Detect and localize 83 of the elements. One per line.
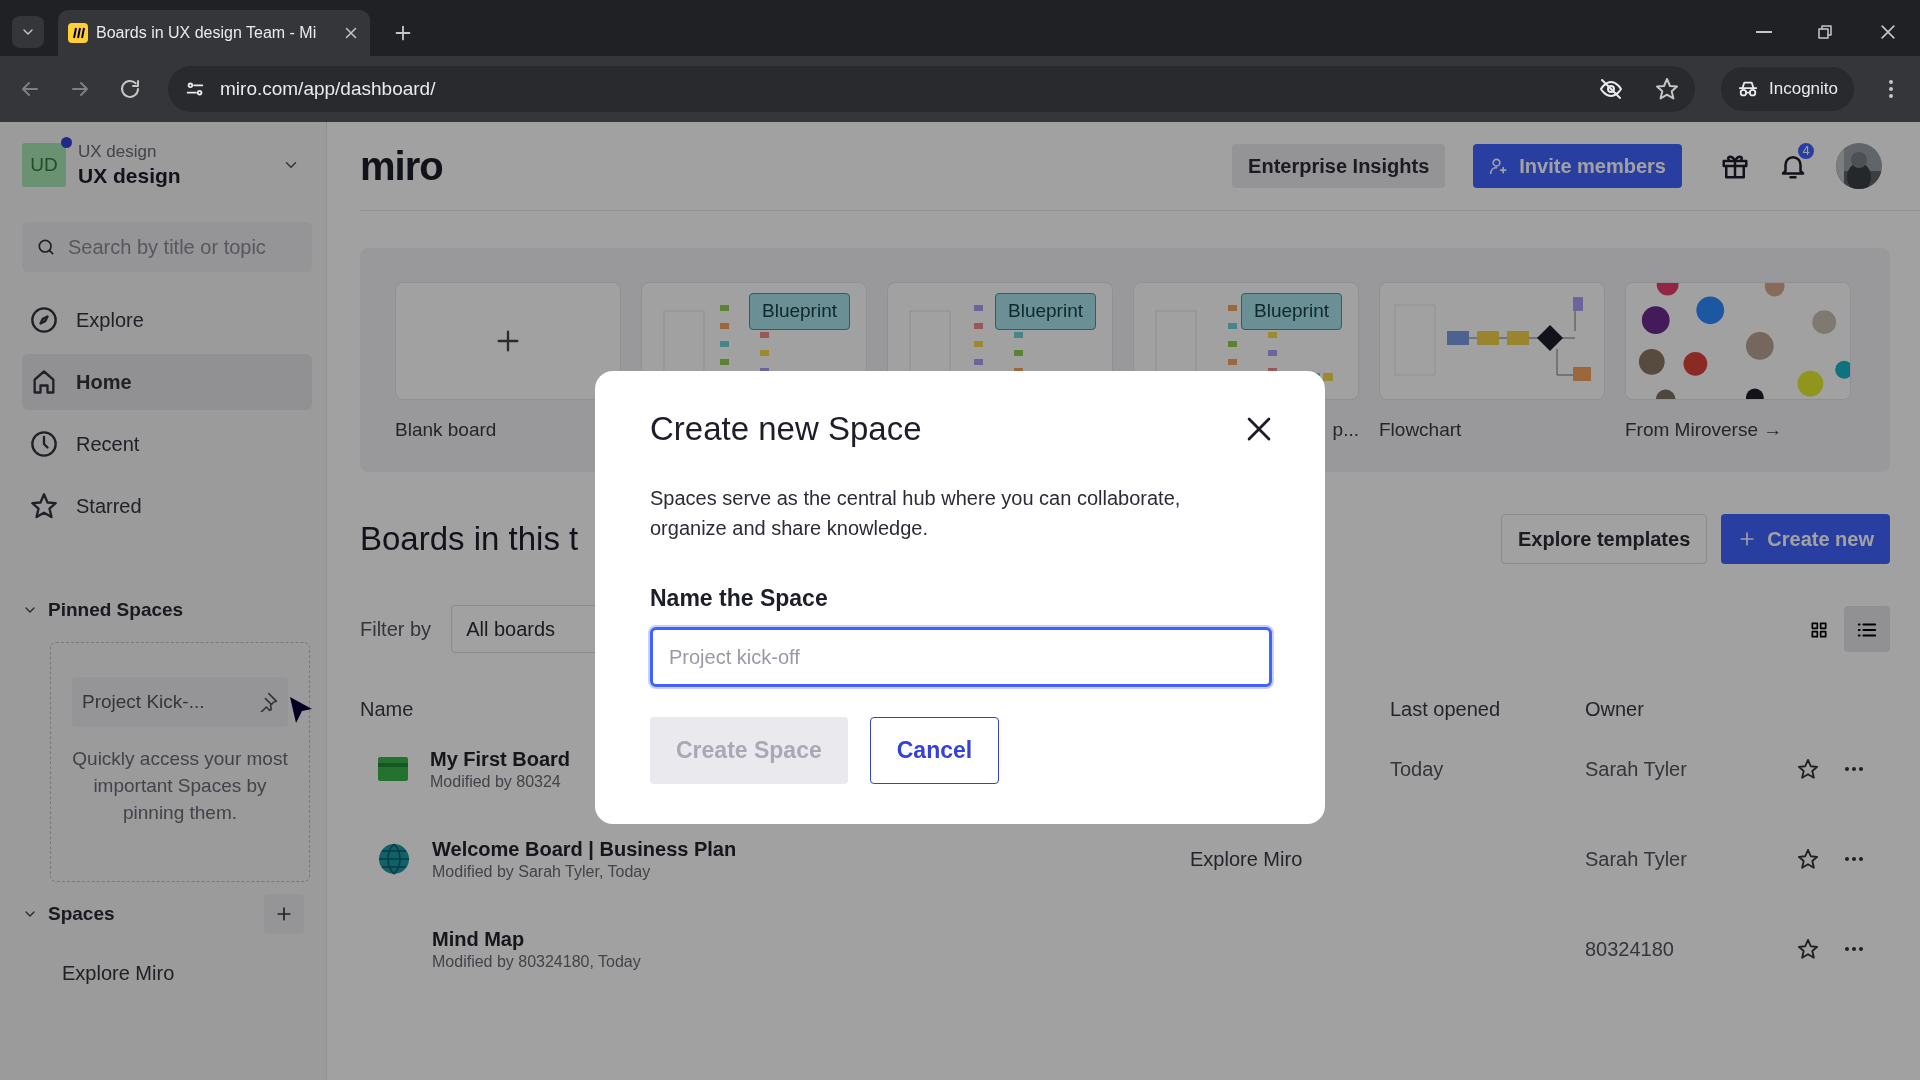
nav-item[interactable]: Recent xyxy=(22,416,312,472)
board-name[interactable]: Mind Map xyxy=(432,926,641,952)
minimize-icon xyxy=(1756,31,1772,33)
reload-icon xyxy=(118,77,142,101)
blueprint-badge: Blueprint xyxy=(749,293,850,330)
add-space-button[interactable] xyxy=(264,894,304,934)
workspace-name: UX design xyxy=(78,162,182,188)
column-header: Owner xyxy=(1585,697,1644,722)
bookmark-button[interactable] xyxy=(1655,77,1679,101)
owner-cell-text: Sarah Tyler xyxy=(1585,757,1688,782)
space-name-field[interactable]: Project kick-off xyxy=(650,627,1272,688)
space-cell-text: Explore Miro xyxy=(1190,847,1304,872)
search-field[interactable]: Search by title or topic xyxy=(22,222,312,272)
blueprint-badge: Blueprint xyxy=(995,293,1096,330)
section-title: Boards in this t xyxy=(360,519,579,560)
board-modified: Modified by 80324180, Today xyxy=(432,951,641,972)
browser-tab[interactable]: Boards in UX design Team - Mi xyxy=(58,10,370,56)
star-icon xyxy=(1797,758,1819,780)
more-icon xyxy=(1845,767,1863,771)
star-button[interactable] xyxy=(1797,758,1819,780)
notification-count: 4 xyxy=(1796,141,1816,161)
nav-item[interactable]: Starred xyxy=(22,478,312,534)
template-label: p... xyxy=(1332,418,1359,442)
section-heading: Pinned Spaces xyxy=(48,597,184,622)
globe-icon xyxy=(378,843,410,875)
space-item[interactable]: Explore Miro xyxy=(62,958,308,988)
filter-label: Filter by xyxy=(360,617,432,642)
board-modified: Modified by Sarah Tyler, Today xyxy=(432,861,652,882)
close-icon xyxy=(1878,22,1898,42)
search-icon xyxy=(36,237,56,257)
star-button[interactable] xyxy=(1797,938,1819,960)
template-label: From Miroverse → xyxy=(1625,418,1784,442)
dialog-button[interactable]: Cancel xyxy=(869,717,1000,785)
view-toggle[interactable] xyxy=(1844,606,1890,652)
clock-icon xyxy=(30,430,58,458)
header-button[interactable]: Enterprise Insights xyxy=(1232,144,1446,188)
workspace-subtitle: UX design xyxy=(78,142,158,163)
dialog-title: Create new Space xyxy=(650,409,922,449)
nav-item[interactable]: Home xyxy=(22,354,312,410)
reload-button[interactable] xyxy=(118,77,142,101)
star-icon xyxy=(30,492,58,520)
incognito-button[interactable]: Incognito xyxy=(1721,67,1854,111)
action-button[interactable]: Create new xyxy=(1721,514,1890,564)
board-icon xyxy=(378,757,408,781)
compass-icon xyxy=(30,306,58,334)
section-heading: Spaces xyxy=(48,901,115,926)
dialog-description: Spaces serve as the central hub where you can collaborate, organize and share knowledge. xyxy=(650,485,1182,541)
tab-list-button[interactable] xyxy=(12,16,44,48)
blueprint-badge: Blueprint xyxy=(1241,293,1342,330)
tracking-blocked-icon xyxy=(1599,77,1623,101)
star-icon xyxy=(1797,938,1819,960)
star-icon xyxy=(1797,848,1819,870)
board-name[interactable]: My First Board xyxy=(430,746,571,772)
owner-cell-text: 80324180 xyxy=(1585,937,1675,962)
notification-dot xyxy=(61,137,72,148)
pinned-spaces-hint: Quickly access your most important Spaces by pinning them. xyxy=(71,747,289,825)
tab-title: Boards in UX design Team - Mi xyxy=(96,23,318,43)
star-button[interactable] xyxy=(1797,848,1819,870)
favicon-icon xyxy=(68,23,88,43)
column-header: Last opened xyxy=(1390,697,1502,722)
board-modified: Modified by 80324 xyxy=(430,771,562,792)
space-label: Project Kick-... xyxy=(82,689,205,714)
close-window-button[interactable] xyxy=(1878,22,1898,42)
address-bar[interactable]: miro.com/app/dashboard/ xyxy=(168,66,1695,112)
last-opened-cell-text: Today xyxy=(1390,757,1445,782)
owner-cell-text: Sarah Tyler xyxy=(1585,847,1688,872)
header-button[interactable]: Invite members xyxy=(1473,144,1682,188)
board-name[interactable]: Welcome Board | Business Plan xyxy=(432,836,737,862)
restore-icon xyxy=(1816,23,1834,41)
template-label: Flowchart xyxy=(1379,418,1463,442)
nav-item[interactable]: Explore xyxy=(22,292,312,348)
more-icon xyxy=(1845,947,1863,951)
template-label: Blank board xyxy=(395,418,498,442)
template-card[interactable] xyxy=(395,282,621,400)
restore-button[interactable] xyxy=(1816,22,1834,42)
logo[interactable]: miro xyxy=(360,136,443,196)
field-label: Name the Space xyxy=(650,583,829,613)
url-text: miro.com/app/dashboard/ xyxy=(220,76,436,101)
kebab-menu-icon xyxy=(1889,80,1893,98)
column-header: Name xyxy=(360,697,415,722)
action-button[interactable]: Explore templates xyxy=(1501,514,1708,564)
more-icon xyxy=(1845,857,1863,861)
star-icon xyxy=(1655,77,1679,101)
